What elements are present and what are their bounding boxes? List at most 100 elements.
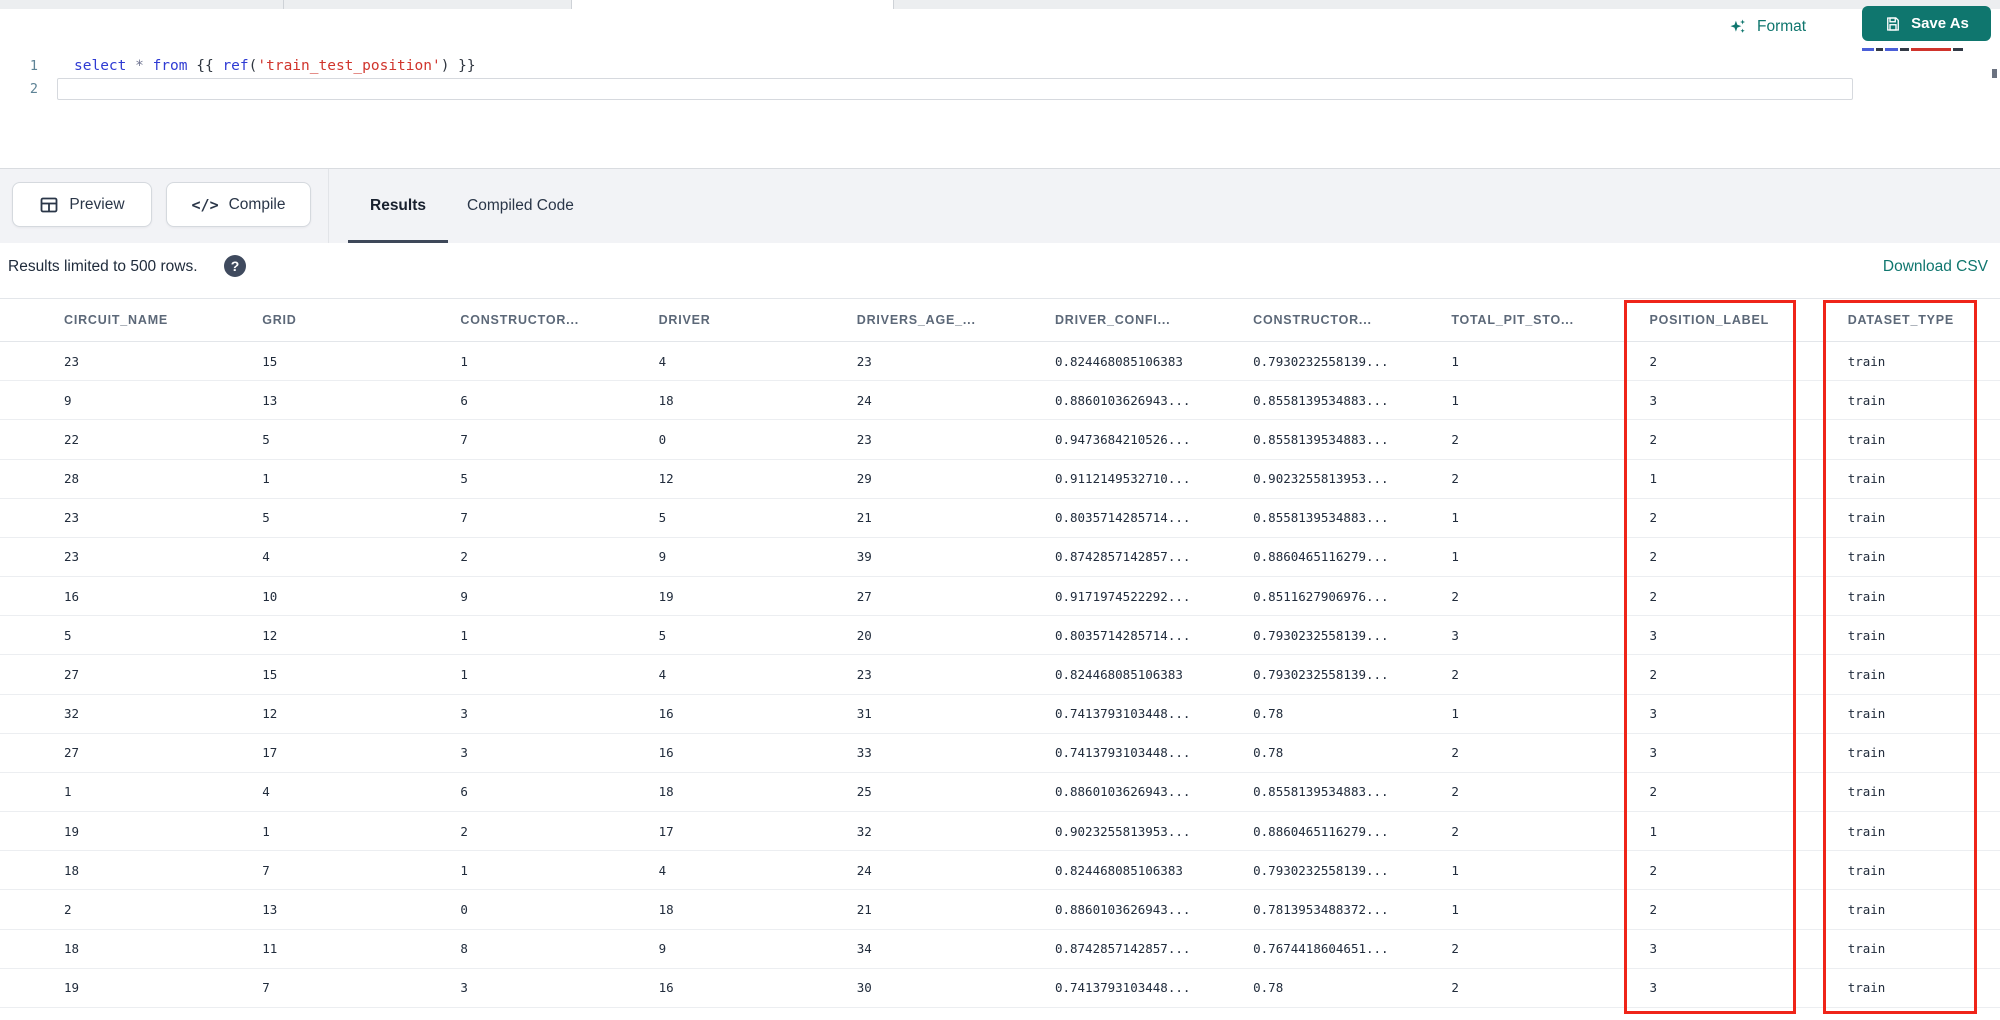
download-csv-link[interactable]: Download CSV xyxy=(1883,258,1988,276)
table-cell: 0.8558139534883... xyxy=(1253,784,1389,800)
table-cell: 1 xyxy=(460,666,468,682)
table-cell: 1 xyxy=(1451,510,1459,526)
table-cell: 9 xyxy=(64,392,72,408)
table-cell: 2 xyxy=(1451,666,1459,682)
table-cell: 2 xyxy=(1451,431,1459,447)
annotation-box-position-label xyxy=(1624,300,1796,1014)
table-cell: 32 xyxy=(64,706,80,722)
table-cell: 3 xyxy=(460,706,468,722)
table-cell: 0.7930232558139... xyxy=(1253,353,1389,369)
table-cell: 9 xyxy=(658,941,667,957)
table-cell: 0.7930232558139... xyxy=(1253,862,1389,878)
line-number-1: 1 xyxy=(29,58,38,74)
save-as-button[interactable]: Save As xyxy=(1862,6,1991,41)
table-cell: 23 xyxy=(856,666,872,682)
results-limit-text: Results limited to 500 rows. xyxy=(8,258,198,275)
table-cell: 27 xyxy=(64,745,80,761)
table-cell: 7 xyxy=(460,431,468,447)
table-cell: 5 xyxy=(460,471,468,487)
line-number-2: 2 xyxy=(29,81,38,97)
compile-button[interactable]: </> Compile xyxy=(166,182,311,227)
table-cell: 22 xyxy=(64,431,80,447)
table-cell: 7 xyxy=(262,862,270,878)
sparkle-icon xyxy=(1728,17,1748,37)
sql-editor[interactable]: 1 select * from {{ ref('train_test_posit… xyxy=(0,45,2000,168)
table-cell: 16 xyxy=(658,706,674,722)
top-tab-strip xyxy=(0,0,2000,9)
table-cell: 1 xyxy=(460,353,468,369)
table-cell: 1 xyxy=(64,784,72,800)
table-cell: 12 xyxy=(262,627,278,643)
table-cell: 27 xyxy=(856,588,872,604)
help-icon[interactable]: ? xyxy=(224,255,246,277)
column-header-total_pit_sto: TOTAL_PIT_STO... xyxy=(1451,313,1574,327)
table-cell: 16 xyxy=(658,980,674,996)
editor-toolbar: Format Save As xyxy=(0,6,2000,45)
table-cell: 23 xyxy=(64,353,80,369)
table-cell: 0.9171974522292... xyxy=(1054,588,1191,604)
table-cell: 18 xyxy=(64,941,80,957)
column-header-grid: GRID xyxy=(262,313,297,327)
table-cell: 17 xyxy=(262,745,278,761)
table-cell: 1 xyxy=(262,471,270,487)
table-cell: 0.8742857142857... xyxy=(1054,941,1191,957)
table-cell: 16 xyxy=(64,588,80,604)
column-header-driver_confi: DRIVER_CONFI... xyxy=(1054,313,1171,327)
table-cell: 21 xyxy=(856,510,872,526)
tab-compiled-code[interactable]: Compiled Code xyxy=(467,169,574,243)
table-cell: 2 xyxy=(460,823,468,839)
table-cell: 15 xyxy=(262,666,278,682)
table-cell: 7 xyxy=(262,980,270,996)
table-cell: 3 xyxy=(1451,627,1459,643)
table-cell: 0 xyxy=(658,431,667,447)
code-token-keyword: select xyxy=(74,58,136,74)
table-cell: 19 xyxy=(64,980,80,996)
table-cell: 24 xyxy=(856,862,872,878)
table-cell: 0.824468085106383 xyxy=(1054,862,1183,878)
table-cell: 8 xyxy=(460,941,468,957)
table-cell: 20 xyxy=(856,627,872,643)
panel-divider xyxy=(328,169,329,243)
table-cell: 0.8558139534883... xyxy=(1253,431,1389,447)
format-button[interactable]: Format xyxy=(1728,13,1806,41)
table-cell: 0.7413793103448... xyxy=(1054,706,1191,722)
tab-results[interactable]: Results xyxy=(370,169,426,243)
table-cell: 0.8860103626943... xyxy=(1054,901,1191,917)
table-cell: 0.8558139534883... xyxy=(1253,392,1389,408)
code-token-function: ref xyxy=(222,58,249,74)
table-cell: 4 xyxy=(262,549,270,565)
table-cell: 27 xyxy=(64,666,80,682)
table-cell: 0.824468085106383 xyxy=(1054,666,1183,682)
table-cell: 3 xyxy=(460,980,468,996)
table-cell: 0.7813953488372... xyxy=(1253,901,1389,917)
table-cell: 0.7674418604651... xyxy=(1253,941,1389,957)
table-cell: 9 xyxy=(460,588,468,604)
table-cell: 39 xyxy=(856,549,872,565)
active-tab-edge xyxy=(571,0,893,9)
code-token-plain: {{ xyxy=(196,58,223,74)
format-label: Format xyxy=(1757,18,1807,35)
table-cell: 33 xyxy=(856,745,872,761)
editor-minimap[interactable] xyxy=(1862,47,1992,52)
table-cell: 1 xyxy=(460,627,468,643)
preview-button[interactable]: Preview xyxy=(12,182,152,227)
code-line-1-content[interactable]: select * from {{ ref('train_test_positio… xyxy=(74,56,476,77)
table-cell: 1 xyxy=(1451,549,1459,565)
editor-scrollbar-thumb[interactable] xyxy=(1992,69,1997,78)
table-cell: 0.8860103626943... xyxy=(1054,392,1191,408)
table-cell: 0.78 xyxy=(1253,706,1284,722)
save-as-label: Save As xyxy=(1911,15,1969,32)
results-meta-row: Results limited to 500 rows. ? Download … xyxy=(0,243,2000,298)
table-cell: 4 xyxy=(658,353,667,369)
table-cell: 0.9473684210526... xyxy=(1054,431,1191,447)
column-header-drivers_age_: DRIVERS_AGE_... xyxy=(856,313,976,327)
code-icon: </> xyxy=(191,195,219,214)
table-cell: 7 xyxy=(460,510,468,526)
table-cell: 18 xyxy=(658,784,674,800)
code-token-keyword: from xyxy=(152,58,197,74)
table-cell: 12 xyxy=(262,706,278,722)
column-header-circuit_name: CIRCUIT_NAME xyxy=(64,313,169,327)
table-cell: 0.8035714285714... xyxy=(1054,510,1191,526)
table-cell: 1 xyxy=(262,823,270,839)
table-cell: 5 xyxy=(658,627,667,643)
